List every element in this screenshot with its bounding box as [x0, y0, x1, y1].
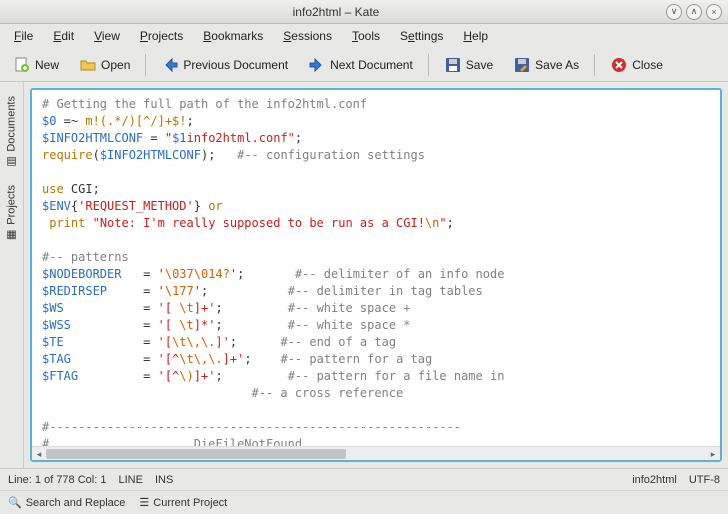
binoculars-icon: 🔍: [8, 496, 22, 509]
doc-icon: ▤: [5, 156, 18, 169]
maximize-button[interactable]: ∧: [686, 4, 702, 20]
arrow-right-icon: [308, 56, 326, 74]
save-as-icon: [513, 56, 531, 74]
menu-bookmarks[interactable]: Bookmarks: [195, 27, 271, 45]
window-titlebar: info2html – Kate ∨ ∧ ×: [0, 0, 728, 24]
status-encoding[interactable]: UTF-8: [689, 474, 720, 486]
search-replace-tab[interactable]: 🔍 Search and Replace: [8, 496, 125, 509]
toolbar-separator: [145, 54, 146, 76]
status-filetype[interactable]: info2html: [632, 474, 677, 486]
prev-label: Previous Document: [183, 58, 288, 72]
current-project-tab[interactable]: ☰ Current Project: [139, 496, 227, 509]
menubar: File Edit View Projects Bookmarks Sessio…: [0, 24, 728, 48]
prev-doc-button[interactable]: Previous Document: [152, 51, 297, 79]
new-label: New: [35, 58, 59, 72]
editor-view: # Getting the full path of the info2html…: [30, 88, 722, 462]
new-button[interactable]: New: [4, 51, 68, 79]
menu-help[interactable]: Help: [455, 27, 496, 45]
arrow-left-icon: [161, 56, 179, 74]
saveas-button[interactable]: Save As: [504, 51, 588, 79]
close-label: Close: [632, 58, 663, 72]
menu-settings[interactable]: Settings: [392, 27, 451, 45]
menu-view[interactable]: View: [86, 27, 128, 45]
sidebar-tab-documents[interactable]: ▤ Documents: [2, 90, 21, 175]
menu-projects[interactable]: Projects: [132, 27, 191, 45]
toolbar: New Open Previous Document Next Document…: [0, 48, 728, 82]
scroll-left-arrow[interactable]: ◂: [32, 447, 46, 461]
search-label: Search and Replace: [26, 497, 126, 509]
menu-sessions[interactable]: Sessions: [275, 27, 340, 45]
status-insert-mode[interactable]: INS: [155, 474, 173, 486]
menu-edit[interactable]: Edit: [45, 27, 82, 45]
main-area: ▤ Documents ▦ Projects # Getting the ful…: [0, 82, 728, 468]
scroll-thumb[interactable]: [46, 449, 346, 459]
list-icon: ☰: [139, 496, 149, 509]
documents-label: Documents: [6, 96, 18, 152]
open-button[interactable]: Open: [70, 51, 139, 79]
next-doc-button[interactable]: Next Document: [299, 51, 422, 79]
projects-label: Projects: [6, 185, 18, 225]
next-label: Next Document: [330, 58, 413, 72]
scroll-right-arrow[interactable]: ▸: [706, 447, 720, 461]
window-title: info2html – Kate: [6, 5, 666, 19]
project-label: Current Project: [153, 497, 227, 509]
bottom-toolbar: 🔍 Search and Replace ☰ Current Project: [0, 490, 728, 514]
saveas-label: Save As: [535, 58, 579, 72]
toolbar-separator: [428, 54, 429, 76]
status-edit-mode[interactable]: LINE: [118, 474, 142, 486]
project-icon: ▦: [5, 228, 18, 241]
code-area[interactable]: # Getting the full path of the info2html…: [32, 90, 720, 446]
folder-open-icon: [79, 56, 97, 74]
close-button[interactable]: Close: [601, 51, 672, 79]
minimize-button[interactable]: ∨: [666, 4, 682, 20]
toolbar-separator: [594, 54, 595, 76]
new-file-icon: [13, 56, 31, 74]
open-label: Open: [101, 58, 130, 72]
sidebar-tab-projects[interactable]: ▦ Projects: [2, 179, 21, 248]
horizontal-scrollbar[interactable]: ◂ ▸: [32, 446, 720, 460]
close-icon: [610, 56, 628, 74]
menu-tools[interactable]: Tools: [344, 27, 388, 45]
status-line-col[interactable]: Line: 1 of 778 Col: 1: [8, 474, 106, 486]
menu-file[interactable]: File: [6, 27, 41, 45]
left-sidebar: ▤ Documents ▦ Projects: [0, 82, 24, 468]
save-icon: [444, 56, 462, 74]
close-window-button[interactable]: ×: [706, 4, 722, 20]
save-button[interactable]: Save: [435, 51, 502, 79]
editor-container: # Getting the full path of the info2html…: [24, 82, 728, 468]
save-label: Save: [466, 58, 493, 72]
statusbar: Line: 1 of 778 Col: 1 LINE INS info2html…: [0, 468, 728, 490]
